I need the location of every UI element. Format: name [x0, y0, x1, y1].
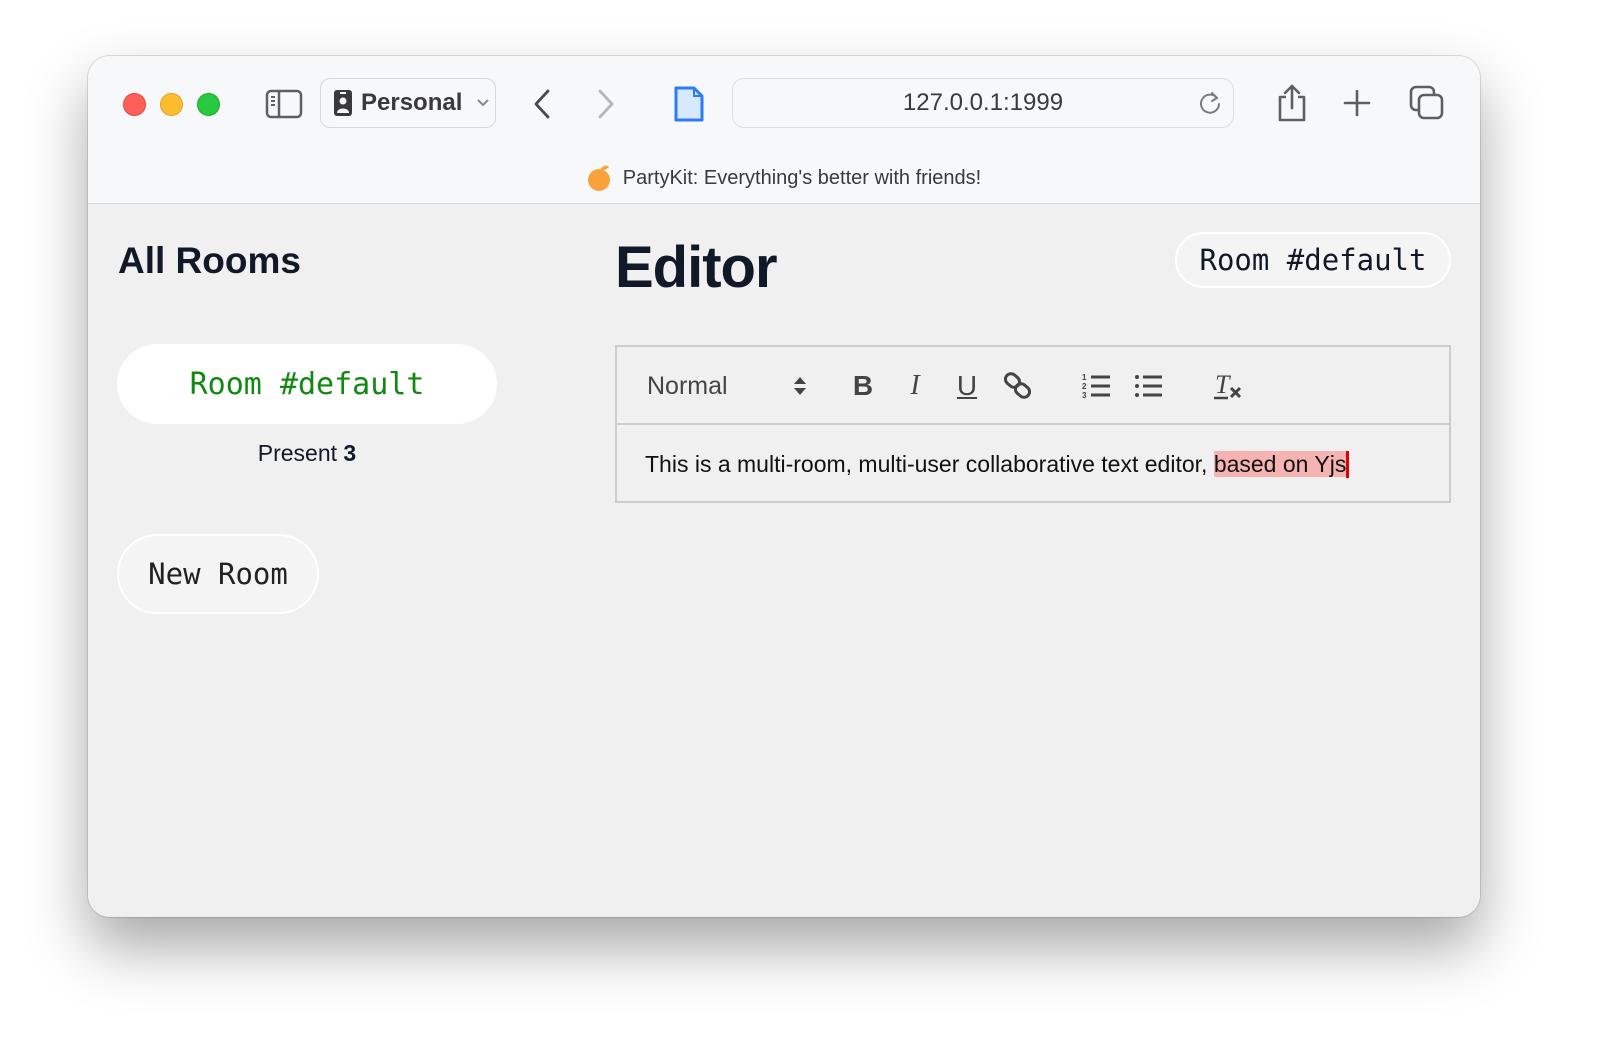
current-room-badge: Room #default [1175, 232, 1451, 288]
bold-icon: B [852, 370, 874, 401]
back-button[interactable] [524, 86, 560, 122]
svg-text:3: 3 [1082, 391, 1087, 400]
clear-formatting-icon: T [1214, 371, 1242, 400]
chevron-down-icon [477, 99, 490, 107]
underline-icon: U [956, 370, 978, 401]
svg-text:1: 1 [1082, 373, 1087, 382]
orange-fruit-icon [587, 165, 610, 191]
editor-text: This is a multi-room, multi-user collabo… [645, 450, 1347, 478]
present-number: 3 [343, 440, 357, 466]
document-icon [674, 86, 704, 122]
rooms-heading: All Rooms [118, 240, 301, 281]
select-arrows-icon [794, 377, 806, 395]
share-button[interactable] [1274, 82, 1310, 124]
present-label: Present [257, 440, 338, 466]
url-text: 127.0.0.1:1999 [902, 89, 1064, 116]
banner-text: PartyKit: Everything's better with frien… [622, 166, 982, 189]
remote-user-selection: based on Yjs [1213, 450, 1347, 477]
plus-icon [1343, 89, 1371, 117]
ordered-list-button[interactable]: 1 2 3 [1079, 367, 1115, 405]
editor-content[interactable]: This is a multi-room, multi-user collabo… [617, 425, 1449, 503]
present-count: Present 3 [117, 440, 497, 467]
format-select-value: Normal [647, 371, 728, 400]
zoom-window-button[interactable] [197, 93, 220, 116]
bullet-list-button[interactable] [1131, 367, 1167, 405]
reload-icon[interactable] [1197, 90, 1223, 116]
new-tab-button[interactable] [1340, 86, 1374, 120]
share-icon [1278, 84, 1306, 122]
sidebar-icon [265, 89, 303, 119]
profile-switcher[interactable]: Personal [320, 78, 496, 128]
editor-toolbar: Normal B I U 1 2 3 T [617, 347, 1449, 425]
clear-formatting-button[interactable]: T [1210, 367, 1246, 405]
remote-user-cursor [1346, 450, 1350, 478]
editor-text-plain: This is a multi-room, multi-user collabo… [645, 450, 1214, 477]
chevron-left-icon [534, 89, 550, 119]
tab-overview-button[interactable] [1408, 84, 1446, 122]
room-link-default[interactable]: Room #default [117, 344, 497, 424]
bold-button[interactable]: B [845, 367, 881, 405]
bullet-list-icon [1135, 375, 1162, 397]
italic-icon: I [910, 370, 920, 401]
ordered-list-icon: 1 2 3 [1082, 373, 1110, 400]
page-content: All Rooms Room #default Present 3 New Ro… [88, 204, 1480, 917]
sidebar-toggle-button[interactable] [264, 88, 304, 120]
rich-text-editor: Normal B I U 1 2 3 T This is a multi-roo… [615, 345, 1451, 503]
new-room-button[interactable]: New Room [117, 534, 319, 614]
banner: PartyKit: Everything's better with frien… [88, 160, 1480, 196]
tabs-icon [1409, 85, 1444, 120]
underline-button[interactable]: U [949, 367, 985, 405]
svg-text:2: 2 [1082, 382, 1087, 391]
address-bar[interactable]: 127.0.0.1:1999 [732, 78, 1234, 128]
page-info-button[interactable] [671, 84, 707, 124]
format-select[interactable]: Normal [647, 367, 807, 405]
link-icon [1003, 372, 1032, 399]
forward-button[interactable] [588, 86, 624, 122]
link-button[interactable] [1000, 367, 1036, 405]
svg-text:T: T [1215, 371, 1231, 399]
editor-heading: Editor [615, 235, 778, 300]
italic-button[interactable]: I [897, 367, 933, 405]
browser-toolbar: Personal 127.0.0.1:1999 PartyKit: Everyt… [88, 56, 1480, 204]
profile-label: Personal [361, 89, 463, 116]
browser-window: Personal 127.0.0.1:1999 PartyKit: Everyt… [88, 56, 1480, 917]
close-window-button[interactable] [123, 93, 146, 116]
minimize-window-button[interactable] [160, 93, 183, 116]
id-badge-icon [334, 90, 352, 116]
chevron-right-icon [598, 89, 614, 119]
